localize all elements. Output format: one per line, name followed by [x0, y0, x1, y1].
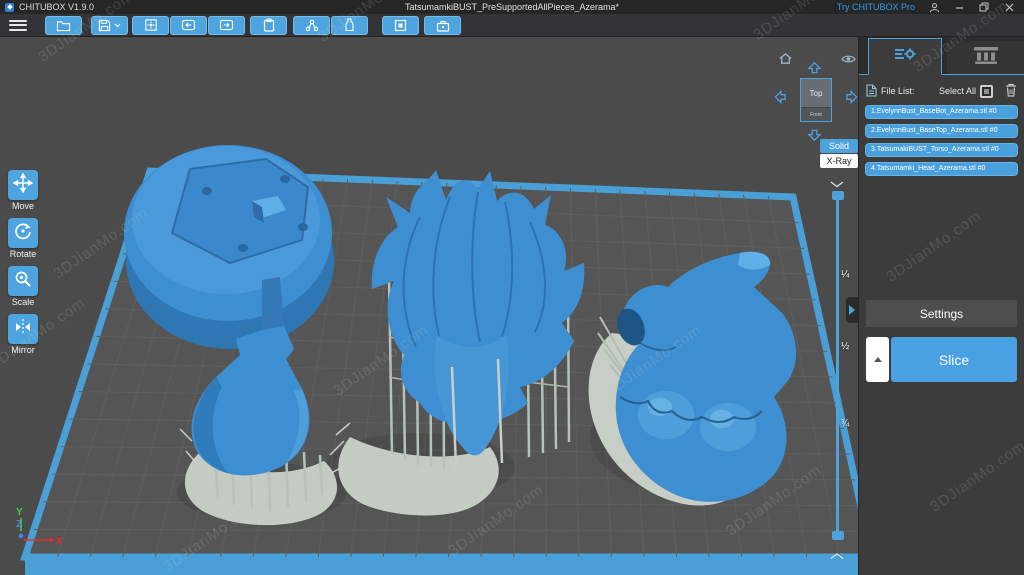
support-nodes-icon	[305, 19, 319, 32]
slider-half-mark: ½	[841, 341, 849, 352]
scale-label: Scale	[12, 297, 35, 307]
save-file-button[interactable]	[91, 16, 128, 35]
layer-slider-track[interactable]	[836, 195, 839, 537]
rotate-up-arrow[interactable]	[806, 61, 823, 79]
close-button[interactable]	[1003, 1, 1015, 13]
right-panel: File List: Select All 1.EvelynnBust_Base…	[858, 37, 1024, 575]
file-list-label: File List:	[881, 86, 915, 96]
view-cube-top-face[interactable]: Top	[801, 79, 831, 107]
import-model-button[interactable]	[170, 16, 207, 35]
rotate-left-arrow[interactable]	[774, 89, 792, 106]
file-icon	[866, 84, 877, 99]
xray-mode-button[interactable]: X-Ray	[820, 154, 858, 168]
layer-slider: ¼ ½ ¾	[820, 175, 856, 570]
file-list: 1.EvelynnBust_BaseBot_Azerama.stl #0 2.E…	[859, 105, 1024, 176]
dig-hole-button[interactable]	[382, 16, 419, 35]
mirror-label: Mirror	[11, 345, 35, 355]
hollow-button[interactable]	[331, 16, 368, 35]
slice-row: Slice	[866, 337, 1017, 382]
file-list-item[interactable]: 1.EvelynnBust_BaseBot_Azerama.stl #0	[865, 105, 1018, 119]
clipboard-icon	[263, 18, 275, 32]
restore-button[interactable]	[978, 1, 990, 13]
open-folder-icon	[56, 19, 71, 32]
model-base-top[interactable]	[124, 145, 334, 349]
settings-list-icon	[893, 45, 917, 68]
fit-view-icon	[144, 18, 158, 32]
slider-chevron-up-icon[interactable]	[829, 547, 845, 565]
select-all-checkbox[interactable]	[980, 85, 993, 98]
tab-slice-settings[interactable]	[868, 38, 942, 75]
view-navigation: Top Front	[770, 50, 858, 142]
view-cube[interactable]: Top Front	[800, 78, 832, 122]
fit-view-button[interactable]	[132, 16, 169, 35]
mirror-tool[interactable]: Mirror	[8, 314, 38, 355]
transform-toolbar: Move Rotate Scale Mirror	[0, 170, 46, 362]
file-list-item[interactable]: 2.EvelynnBust_BaseTop_Azerama.stl #0	[865, 124, 1018, 138]
build-plate-front-edge	[25, 557, 858, 575]
save-icon	[98, 19, 111, 32]
account-icon[interactable]	[928, 1, 940, 13]
mirror-icon	[13, 317, 33, 342]
render-mode-toggle: Solid X-Ray	[820, 139, 858, 169]
slider-threequarter-mark: ¾	[841, 418, 849, 429]
file-list-item[interactable]: 3.TatsumakiBUST_Torso_Azerama.stl #0	[865, 143, 1018, 157]
axis-indicator: Y Z X	[6, 503, 66, 551]
layer-slider-top-handle[interactable]	[832, 191, 844, 200]
scale-icon	[13, 269, 33, 294]
slice-expand-button[interactable]	[866, 337, 889, 382]
export-model-button[interactable]	[208, 16, 245, 35]
scale-tool[interactable]: Scale	[8, 266, 38, 307]
delete-icon[interactable]	[1005, 83, 1017, 99]
move-label: Move	[12, 201, 34, 211]
arrow-right-icon	[849, 305, 855, 315]
support-pillars-icon	[973, 45, 999, 70]
toolbox-button[interactable]	[424, 16, 461, 35]
dig-hole-icon	[394, 19, 407, 32]
move-tool[interactable]: Move	[8, 170, 38, 211]
clone-model-button[interactable]	[250, 16, 287, 35]
panel-tabs	[859, 37, 1024, 75]
perspective-view-icon[interactable]	[841, 52, 856, 70]
rotate-icon	[13, 221, 33, 246]
settings-button[interactable]: Settings	[866, 300, 1017, 327]
toolbar	[0, 14, 1024, 37]
support-edit-button[interactable]	[293, 16, 330, 35]
select-all-label: Select All	[939, 86, 976, 96]
toolbox-icon	[436, 19, 450, 32]
export-icon	[219, 19, 234, 31]
viewport-3d[interactable]: Move Rotate Scale Mirror To	[0, 37, 858, 575]
rotate-right-arrow[interactable]	[841, 89, 859, 106]
title-bar: CHITUBOX V1.9.0 TatsumamkiBUST_PreSuppor…	[0, 0, 1024, 14]
move-icon	[13, 173, 33, 198]
build-plate-scene	[0, 37, 858, 575]
panel-collapse-handle[interactable]	[846, 297, 858, 323]
solid-mode-button[interactable]: Solid	[820, 139, 858, 153]
arrow-up-icon	[874, 357, 882, 362]
layer-slider-bottom-handle[interactable]	[832, 531, 844, 540]
home-view-icon[interactable]	[778, 51, 793, 71]
file-list-header: File List: Select All	[859, 83, 1024, 99]
axis-y-label: Y	[16, 507, 23, 518]
slider-quarter-mark: ¼	[841, 269, 849, 280]
bottle-icon	[345, 18, 354, 32]
open-file-button[interactable]	[45, 16, 82, 35]
rotate-tool[interactable]: Rotate	[8, 218, 38, 259]
chevron-down-icon	[114, 23, 121, 28]
axis-x-label: X	[56, 536, 63, 547]
tab-support[interactable]	[947, 41, 1024, 74]
slice-button[interactable]: Slice	[891, 337, 1017, 382]
view-cube-front-face[interactable]: Front	[801, 107, 831, 121]
try-pro-link[interactable]: Try CHITUBOX Pro	[837, 2, 915, 12]
minimize-button[interactable]	[953, 1, 965, 13]
import-icon	[181, 19, 196, 31]
menu-button[interactable]	[9, 20, 27, 31]
file-list-item[interactable]: 4.Tatsumamki_Head_Azerama.stl #0	[865, 162, 1018, 176]
rotate-label: Rotate	[10, 249, 37, 259]
